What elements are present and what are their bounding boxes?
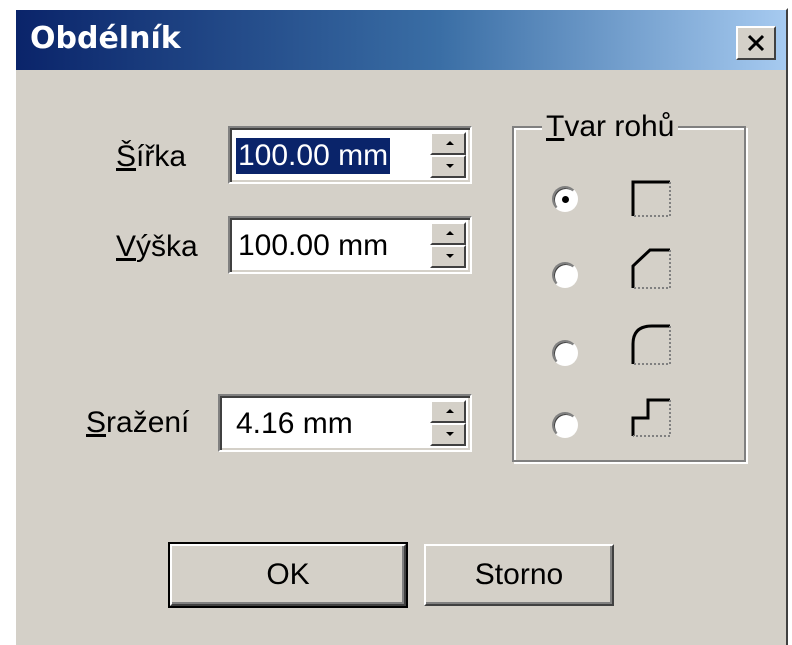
rectangle-dialog: Obdélník Šířka 100.00 mm Výška 100.00 mm…	[14, 8, 788, 645]
corner-radio-square[interactable]	[552, 186, 578, 212]
close-icon	[747, 34, 765, 52]
corner-shape-legend-rest: var rohů	[564, 110, 675, 143]
cancel-button[interactable]: Storno	[424, 544, 614, 606]
chamfer-field[interactable]: 4.16 mm	[218, 394, 472, 452]
height-spin-up-button[interactable]	[430, 222, 466, 245]
height-spin-down-button[interactable]	[430, 245, 466, 268]
rounded-corner-icon	[631, 324, 671, 365]
chamfer-label: Sražení	[86, 406, 189, 440]
chamfer-label-accelerator: S	[86, 406, 107, 439]
height-label-accelerator: V	[116, 230, 137, 263]
chamfer-spin-up-button[interactable]	[430, 400, 466, 423]
width-label-rest: ířka	[136, 140, 187, 173]
height-value[interactable]: 100.00 mm	[236, 228, 390, 264]
title-bar[interactable]: Obdélník	[16, 10, 786, 70]
chamfer-value[interactable]: 4.16 mm	[234, 406, 355, 442]
corner-shape-group: Tvar rohů	[512, 110, 746, 462]
window-title: Obdélník	[30, 21, 181, 56]
corner-radio-notched[interactable]	[552, 412, 578, 438]
height-label: Výška	[116, 230, 198, 264]
ok-button[interactable]: OK	[168, 542, 408, 608]
notched-corner-icon	[631, 398, 671, 437]
corner-shape-legend: Tvar rohů	[542, 110, 679, 144]
corner-shape-legend-accelerator: T	[546, 110, 565, 143]
chamfered-corner-icon	[631, 248, 671, 289]
width-label-accelerator: Š	[116, 140, 137, 173]
height-label-rest: ýška	[136, 230, 198, 263]
chamfer-spin-down-button[interactable]	[430, 423, 466, 446]
width-spin-up-button[interactable]	[430, 132, 466, 155]
chamfer-label-rest: ražení	[106, 406, 190, 439]
width-field[interactable]: 100.00 mm	[228, 126, 472, 184]
height-spinner[interactable]	[430, 222, 466, 268]
square-corner-icon	[631, 180, 671, 217]
chamfer-spinner[interactable]	[430, 400, 466, 446]
corner-radio-chamfered[interactable]	[552, 262, 578, 288]
corner-radio-rounded[interactable]	[552, 340, 578, 366]
close-button[interactable]	[736, 26, 776, 60]
width-value[interactable]: 100.00 mm	[236, 138, 391, 174]
width-spinner[interactable]	[430, 132, 466, 178]
height-field[interactable]: 100.00 mm	[228, 216, 472, 274]
width-label: Šířka	[116, 140, 186, 174]
width-spin-down-button[interactable]	[430, 155, 466, 178]
